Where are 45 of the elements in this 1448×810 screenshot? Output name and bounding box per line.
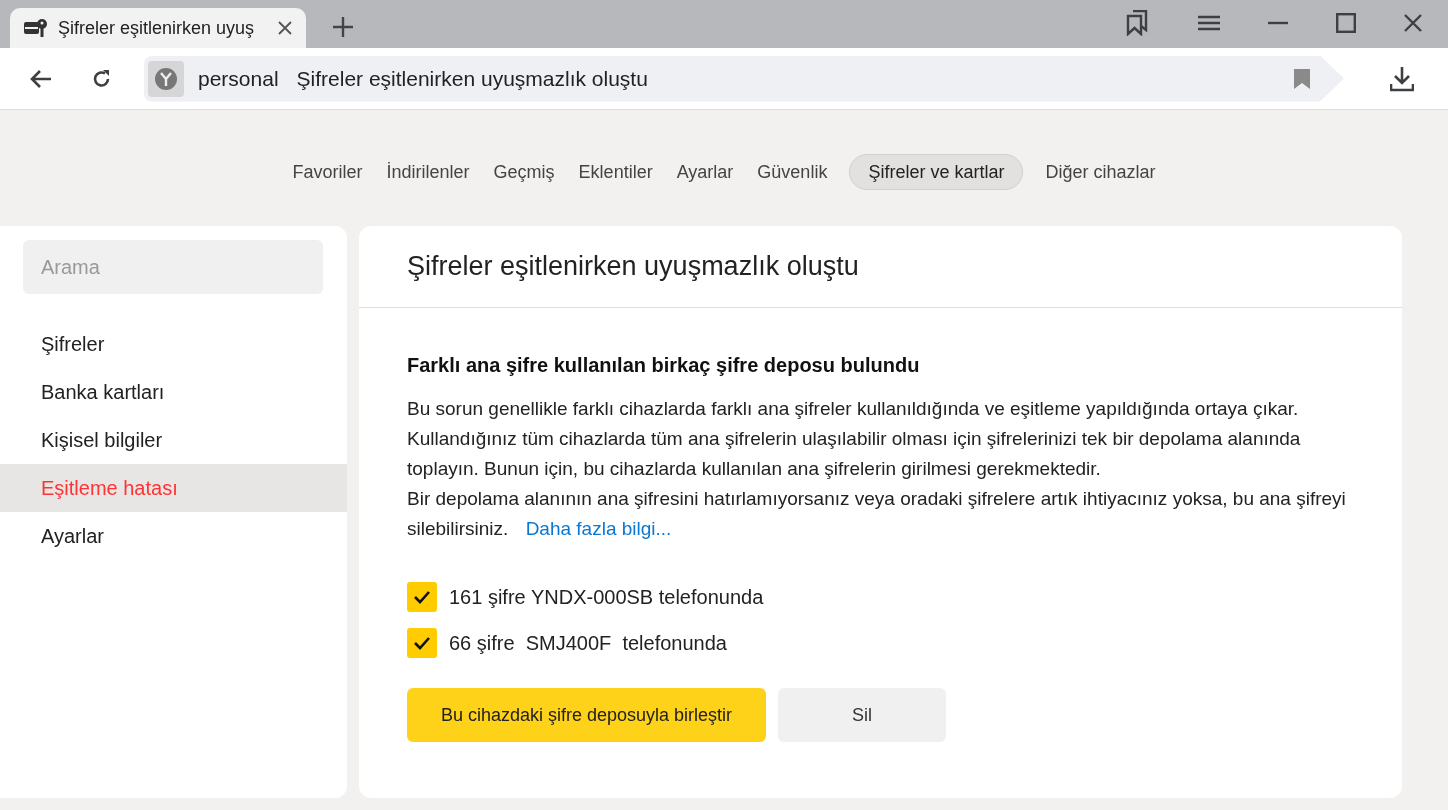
browser-logo-icon	[148, 60, 184, 97]
bookmarks-icon[interactable]	[1126, 10, 1150, 36]
checkmark-icon	[413, 636, 431, 650]
merge-button[interactable]: Bu cihazdaki şifre deposuyla birleştir	[407, 688, 766, 742]
key-icon	[24, 18, 48, 38]
sidebar-item[interactable]: Banka kartları	[0, 368, 347, 416]
address-prefix: personal	[198, 65, 279, 92]
nav-tab[interactable]: İndirilenler	[384, 154, 472, 190]
address-title: Şifreler eşitlenirken uyuşmazlık oluştu	[296, 65, 648, 92]
section-heading: Farklı ana şifre kullanılan birkaç şifre deposu bulundu	[407, 353, 921, 378]
back-icon[interactable]	[30, 69, 52, 88]
checkmark-icon	[413, 590, 431, 604]
checkbox[interactable]	[407, 582, 437, 612]
close-icon[interactable]	[1404, 14, 1422, 32]
storage-label: 161 şifre YNDX-000SB telefonunda	[449, 585, 764, 610]
checkbox[interactable]	[407, 628, 437, 658]
plus-icon[interactable]	[332, 16, 354, 38]
nav-tab[interactable]: Ayarlar	[674, 154, 736, 190]
reload-icon[interactable]	[92, 68, 112, 89]
close-icon[interactable]	[278, 21, 292, 35]
search-field[interactable]: Arama	[23, 240, 323, 294]
download-icon[interactable]	[1390, 65, 1414, 92]
nav-tab[interactable]: Geçmiş	[491, 154, 557, 190]
minimize-icon[interactable]	[1268, 21, 1288, 25]
nav-tab[interactable]: Diğer cihazlar	[1043, 154, 1158, 190]
delete-button[interactable]: Sil	[778, 688, 946, 742]
menu-icon[interactable]	[1198, 15, 1220, 31]
address-bar[interactable]: personal Şifreler eşitlenirken uyuşmazlık oluştu	[144, 55, 1344, 102]
sidebar-item[interactable]: Ayarlar	[0, 512, 347, 560]
browser-tab[interactable]: Şifreler eşitlenirken uyuş	[10, 8, 306, 48]
paragraph: Bu sorun genellikle farklı cihazlarda farklı ana şifreler kullanıldığında ve eşitleme yapıldığında ortaya çıkar.	[407, 397, 1300, 421]
paragraph: Kullandığınız tüm cihazlarda tüm ana şifrelerin ulaşılabilir olması için şifrelerinizi tek bir depolama alanında toplayın. Bunun için, bu cihazlarda kullanılan ana şifrelerin girilmesi gerekmektedir.	[407, 427, 1302, 481]
bookmark-icon[interactable]	[1294, 68, 1310, 89]
page-title: Şifreler eşitlenirken uyuşmazlık oluştu	[359, 226, 1402, 308]
storage-label: 66 şifre SMJ400F telefonunda	[449, 631, 727, 656]
sidebar-item[interactable]: Kişisel bilgiler	[0, 416, 347, 464]
learn-more-link[interactable]: Daha fazla bilgi...	[525, 518, 672, 539]
maximize-icon[interactable]	[1336, 13, 1356, 33]
tab-title: Şifreler eşitlenirken uyuş	[58, 16, 256, 40]
paragraph: Bir depolama alanının ana şifresini hatırlamıyorsanız veya oradaki şifrelere artık ihtiyacınız yoksa, bu ana şifreyi silebilirsiniz. Daha fazla bilgi...	[407, 487, 1347, 541]
nav-tab[interactable]: Şifreler ve kartlar	[849, 154, 1024, 190]
nav-tab[interactable]: Güvenlik	[755, 154, 830, 190]
sidebar-item[interactable]: Şifreler	[0, 320, 347, 368]
nav-tab[interactable]: Favoriler	[290, 154, 365, 190]
nav-tab[interactable]: Eklentiler	[576, 154, 655, 190]
